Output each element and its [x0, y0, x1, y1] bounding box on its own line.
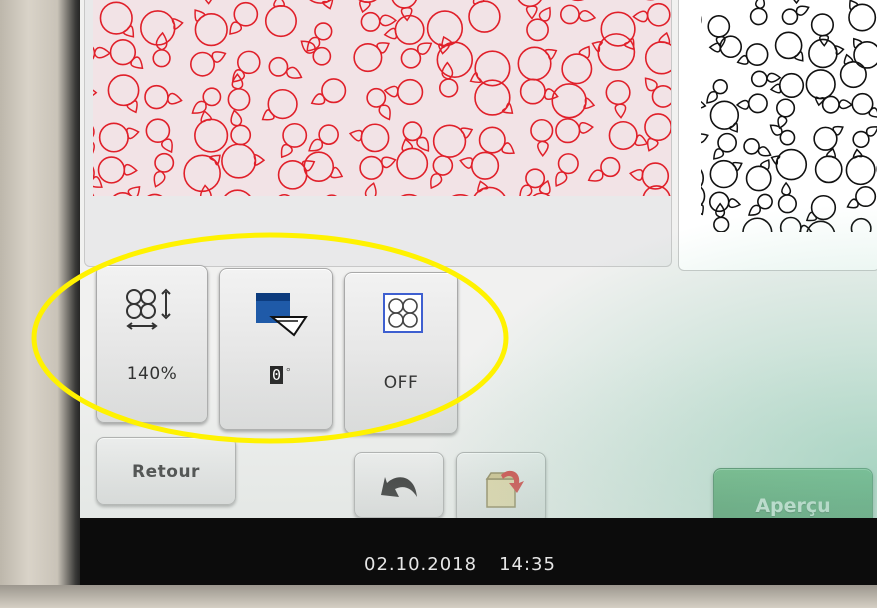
machine-bezel-left — [0, 0, 82, 608]
design-preview-panel — [84, 0, 672, 267]
size-button[interactable]: 140% — [96, 265, 208, 423]
datetime-display: 02.10.2018 14:35 — [364, 554, 556, 575]
status-bar: 02.10.2018 14:35 — [80, 518, 877, 585]
frame-value: OFF — [383, 373, 419, 393]
size-value: 140% — [126, 364, 178, 384]
red-floral-pattern — [93, 0, 671, 196]
memory-button[interactable] — [456, 452, 546, 524]
resize-icon — [126, 288, 171, 330]
undo-button[interactable] — [354, 452, 444, 518]
touch-screen: 140% 0 ° OFF Retour Aperçu 02.10.2018 14… — [80, 0, 877, 585]
back-label: Retour — [132, 462, 200, 482]
quilt-frame-icon — [383, 293, 423, 333]
rotate-icon — [256, 293, 308, 337]
frame-toggle-button[interactable]: OFF — [344, 272, 458, 434]
preview-label: Aperçu — [755, 495, 831, 517]
embroidery-pattern-preview — [93, 0, 671, 196]
rotate-unit: ° — [285, 366, 292, 379]
date-text: 02.10.2018 — [364, 554, 478, 575]
back-button[interactable]: Retour — [96, 437, 236, 505]
machine-bezel-bottom — [0, 585, 877, 608]
undo-arrow-icon — [381, 477, 417, 497]
rotate-angle: 0 ° — [270, 366, 330, 384]
design-thumbnail-panel[interactable] — [678, 0, 877, 271]
time-text: 14:35 — [499, 554, 556, 575]
rotate-button[interactable]: 0 ° — [219, 268, 333, 430]
black-floral-thumbnail — [701, 0, 877, 232]
save-memory-icon — [485, 470, 524, 508]
rotate-value: 0 — [270, 366, 284, 384]
